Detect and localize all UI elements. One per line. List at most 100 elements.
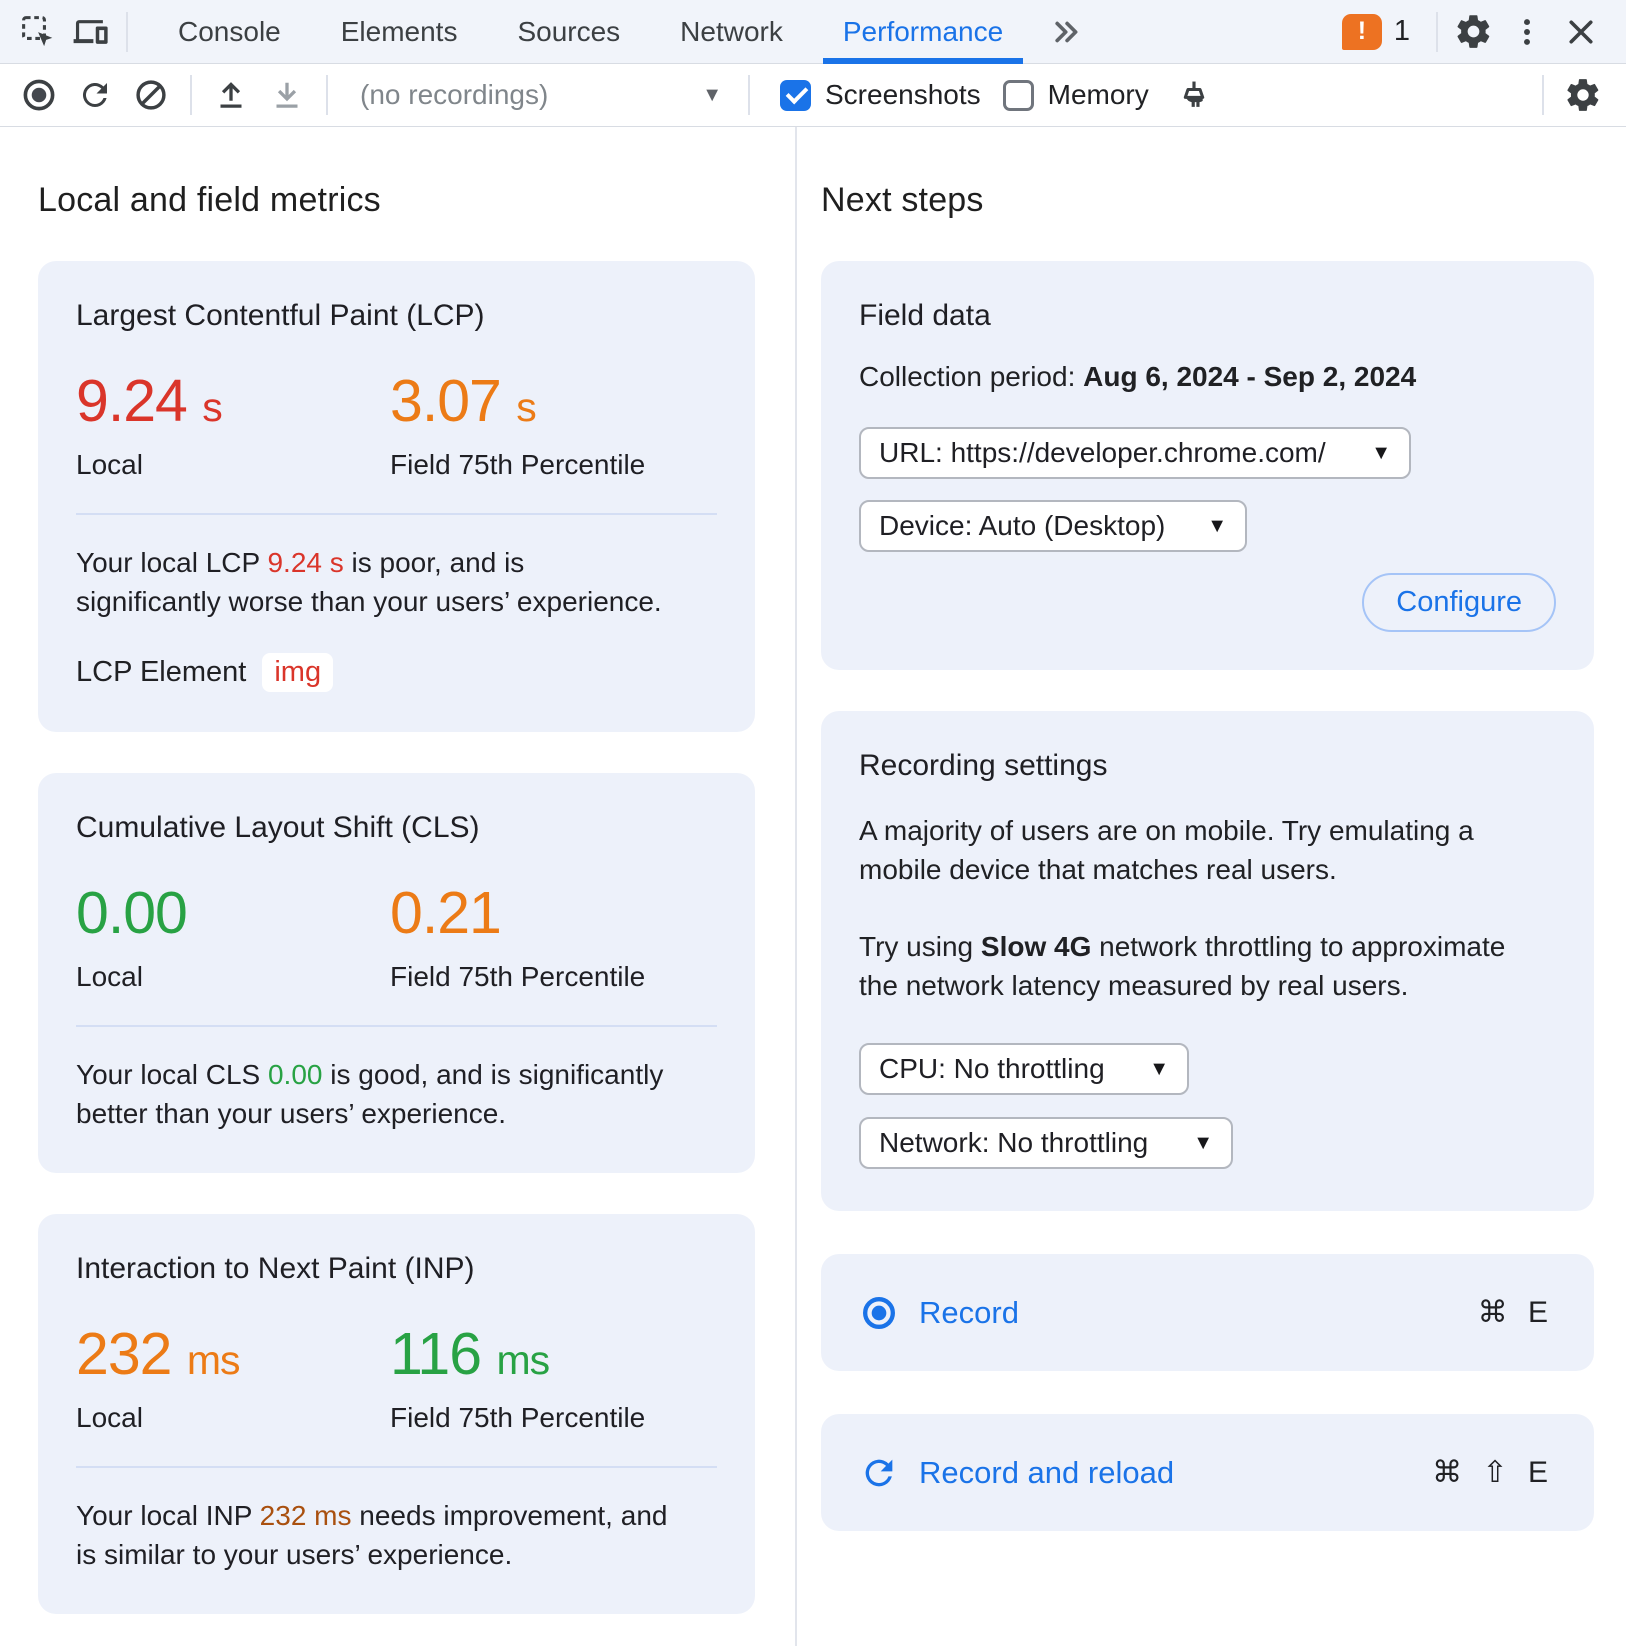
record-shortcut: ⌘ E [1478, 1295, 1554, 1330]
divider [1542, 75, 1544, 115]
divider [76, 513, 717, 515]
inp-description: Your local INP 232 ms needs improvement,… [76, 1496, 668, 1574]
inspect-icon [19, 13, 56, 50]
field-data-card: Field data Collection period: Aug 6, 202… [821, 261, 1594, 670]
record-button[interactable] [14, 70, 64, 120]
network-throttling-select[interactable]: Network: No throttling ▼ [859, 1117, 1233, 1169]
divider [326, 75, 328, 115]
issues-counter[interactable]: ! 1 [1342, 14, 1410, 50]
memory-checkbox[interactable] [1003, 80, 1034, 111]
cls-description: Your local CLS 0.00 is good, and is sign… [76, 1055, 668, 1133]
next-steps-panel: Next steps Field data Collection period:… [797, 127, 1626, 1646]
screenshots-label[interactable]: Screenshots [825, 79, 981, 111]
issues-count: 1 [1394, 15, 1410, 48]
settings-gear-icon [1564, 76, 1602, 114]
devtools-menu-button[interactable] [1500, 0, 1554, 64]
recordings-select[interactable]: (no recordings) ▼ [342, 70, 734, 120]
devtools-tabbar: Console Elements Sources Network Perform… [0, 0, 1626, 64]
performance-toolbar: (no recordings) ▼ Screenshots Memory [0, 64, 1626, 127]
reload-icon [859, 1453, 899, 1493]
record-card[interactable]: Record ⌘ E [821, 1254, 1594, 1371]
collect-garbage-button[interactable] [1169, 70, 1219, 120]
url-select[interactable]: URL: https://developer.chrome.com/ ▼ [859, 427, 1411, 479]
record-and-reload-button[interactable] [70, 70, 120, 120]
recordings-select-value: (no recordings) [360, 79, 548, 111]
chevron-down-icon: ▼ [1207, 515, 1227, 538]
configure-button[interactable]: Configure [1362, 573, 1556, 632]
chevron-down-icon: ▼ [1149, 1058, 1169, 1081]
lcp-field-value: 3.07 s [390, 371, 717, 437]
lcp-card-title: Largest Contentful Paint (LCP) [76, 299, 717, 333]
lcp-field-label: Field 75th Percentile [390, 449, 717, 481]
inp-local-label: Local [76, 1402, 390, 1434]
inp-local-value: 232 ms [76, 1324, 390, 1390]
more-tabs-button[interactable] [1033, 0, 1097, 64]
tab-sources[interactable]: Sources [487, 0, 650, 64]
inp-card-title: Interaction to Next Paint (INP) [76, 1252, 717, 1286]
cls-local-value: 0.00 [76, 883, 390, 949]
memory-label[interactable]: Memory [1048, 79, 1149, 111]
device-select[interactable]: Device: Auto (Desktop) ▼ [859, 500, 1247, 552]
mobile-emulation-tip: A majority of users are on mobile. Try e… [859, 811, 1527, 889]
cls-inline-value: 0.00 [268, 1059, 323, 1090]
cls-field-value: 0.21 [390, 883, 717, 949]
cls-card: Cumulative Layout Shift (CLS) 0.00 Local… [38, 773, 755, 1173]
inp-field-label: Field 75th Percentile [390, 1402, 717, 1434]
collection-period: Collection period: Aug 6, 2024 - Sep 2, … [859, 361, 1556, 393]
record-and-reload-label: Record and reload [919, 1455, 1174, 1491]
tabbar-right-controls: ! 1 [1342, 0, 1608, 64]
memory-toggle[interactable]: Memory [1003, 79, 1149, 111]
recording-settings-title: Recording settings [859, 749, 1556, 783]
tab-performance[interactable]: Performance [813, 0, 1033, 64]
inp-inline-value: 232 ms [260, 1500, 352, 1531]
tab-network[interactable]: Network [650, 0, 813, 64]
cls-field-label: Field 75th Percentile [390, 961, 717, 993]
active-tab-underline [823, 58, 1023, 64]
tab-elements[interactable]: Elements [311, 0, 488, 64]
tab-console[interactable]: Console [148, 0, 311, 64]
network-throttling-tip: Try using Slow 4G network throttling to … [859, 927, 1527, 1005]
issues-badge-icon: ! [1342, 14, 1382, 50]
load-profile-button[interactable] [206, 70, 256, 120]
clear-button[interactable] [126, 70, 176, 120]
upload-icon [213, 77, 249, 113]
record-label: Record [919, 1295, 1019, 1331]
kebab-menu-icon [1510, 15, 1544, 49]
lcp-inline-value: 9.24 s [267, 547, 343, 578]
performance-panel-body: Local and field metrics Largest Contentf… [0, 127, 1626, 1646]
devtools-settings-button[interactable] [1446, 0, 1500, 64]
inp-card: Interaction to Next Paint (INP) 232 ms L… [38, 1214, 755, 1614]
panel-tabs: Console Elements Sources Network Perform… [148, 0, 1033, 64]
metrics-heading: Local and field metrics [38, 181, 795, 220]
lcp-local-label: Local [76, 449, 390, 481]
lcp-element-label: LCP Element [76, 656, 246, 689]
lcp-element-link[interactable]: img [262, 653, 333, 692]
cls-local-label: Local [76, 961, 390, 993]
record-icon [20, 76, 58, 114]
divider [1436, 12, 1438, 52]
divider [126, 12, 128, 52]
screenshots-toggle[interactable]: Screenshots [780, 79, 981, 111]
device-toolbar-button[interactable] [64, 0, 118, 64]
capture-settings-button[interactable] [1558, 70, 1608, 120]
divider [76, 1025, 717, 1027]
divider [76, 1466, 717, 1468]
save-profile-button[interactable] [262, 70, 312, 120]
more-tabs-icon [1048, 15, 1082, 49]
download-icon [269, 77, 305, 113]
chevron-down-icon: ▼ [1193, 1132, 1213, 1155]
field-data-title: Field data [859, 299, 1556, 333]
inspect-element-button[interactable] [10, 0, 64, 64]
close-devtools-button[interactable] [1554, 0, 1608, 64]
record-and-reload-card[interactable]: Record and reload ⌘ ⇧ E [821, 1414, 1594, 1531]
record-circle-icon [859, 1293, 899, 1333]
chevron-down-icon: ▼ [702, 84, 722, 107]
recording-settings-card: Recording settings A majority of users a… [821, 711, 1594, 1211]
screenshots-checkbox[interactable] [780, 80, 811, 111]
lcp-description: Your local LCP 9.24 s is poor, and is si… [76, 543, 668, 621]
divider [190, 75, 192, 115]
collect-garbage-icon [1175, 76, 1213, 114]
divider [748, 75, 750, 115]
chevron-down-icon: ▼ [1371, 442, 1391, 465]
cpu-throttling-select[interactable]: CPU: No throttling ▼ [859, 1043, 1189, 1095]
